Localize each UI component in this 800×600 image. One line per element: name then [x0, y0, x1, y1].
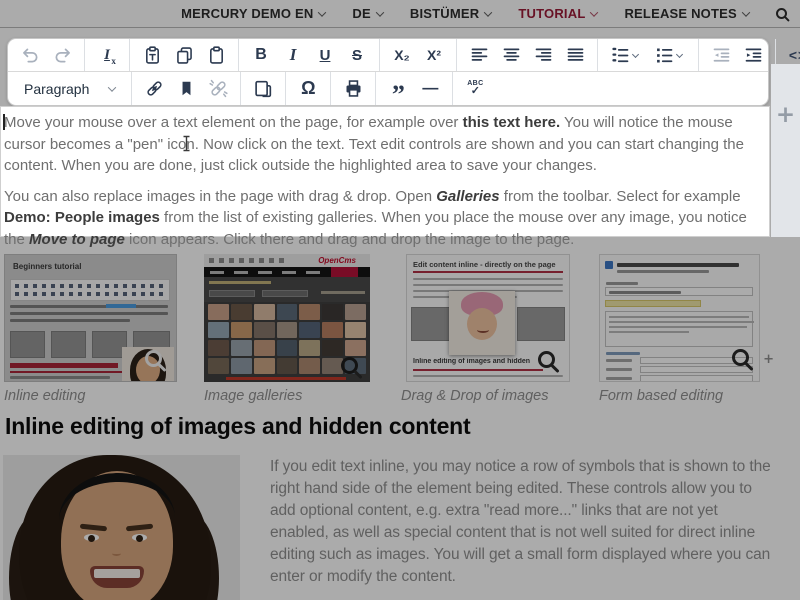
tutorial-gallery: Beginners tutorial Inline editing Op: [0, 254, 800, 404]
thumbnail-drag-drop[interactable]: Edit content inline - directly on the pa…: [406, 254, 570, 382]
horizontal-rule-button[interactable]: —: [414, 74, 446, 104]
section-heading: Inline editing of images and hidden cont…: [5, 413, 470, 440]
add-content-button[interactable]: +: [776, 104, 795, 237]
align-left-button[interactable]: [463, 40, 495, 70]
mouse-text-cursor: [181, 135, 192, 159]
nav-item-bistuemer[interactable]: BISTÜMER: [410, 6, 492, 21]
subscript-button[interactable]: X₂: [386, 40, 418, 70]
gallery-caption: Form based editing: [599, 388, 760, 404]
gallery-caption: Image galleries: [204, 388, 370, 404]
edit-points-strip: +: [771, 64, 800, 237]
underline-button[interactable]: U: [309, 40, 341, 70]
thumbnail-form-editing[interactable]: [599, 254, 760, 382]
chevron-down-icon: [376, 8, 384, 16]
opencms-logo: OpenCms: [318, 256, 356, 265]
bullet-list-button[interactable]: [648, 40, 692, 70]
gallery-thumb-inline-editing[interactable]: Beginners tutorial Inline editing: [4, 254, 177, 404]
nav-item-mercury-demo-en[interactable]: MERCURY DEMO EN: [181, 6, 325, 21]
bold-button[interactable]: B: [245, 40, 277, 70]
editor-toolbar: Ix B I U S X₂: [7, 38, 769, 106]
zoom-icon[interactable]: [538, 351, 555, 368]
copy-button[interactable]: [168, 40, 200, 70]
indent-button[interactable]: [737, 40, 769, 70]
chevron-down-icon: [590, 8, 598, 16]
unlink-button[interactable]: [202, 74, 234, 104]
copy-content-button[interactable]: [247, 74, 279, 104]
thumbnail-inline-editing[interactable]: Beginners tutorial: [4, 254, 177, 382]
page: MERCURY DEMO EN DE BISTÜMER TUTORIAL REL…: [0, 0, 800, 600]
chevron-down-icon: [676, 50, 683, 57]
paste-as-text-button[interactable]: [136, 40, 168, 70]
text-caret: [3, 114, 5, 130]
gallery-thumb-form-editing[interactable]: + Form based editing: [599, 254, 760, 404]
paste-button[interactable]: [200, 40, 232, 70]
chevron-down-icon: [484, 8, 492, 16]
top-navbar: MERCURY DEMO EN DE BISTÜMER TUTORIAL REL…: [0, 0, 800, 28]
format-select[interactable]: Paragraph: [14, 81, 125, 97]
numbered-list-button[interactable]: [604, 40, 648, 70]
thumbnail-image-galleries[interactable]: OpenCms: [204, 254, 370, 382]
zoom-icon[interactable]: [341, 357, 358, 374]
gallery-thumb-drag-drop[interactable]: Edit content inline - directly on the pa…: [406, 254, 570, 404]
chevron-down-icon: [632, 50, 639, 57]
spellcheck-button[interactable]: ABC✓: [459, 74, 491, 104]
edit-point-plus-icon: +: [763, 352, 774, 367]
outdent-button[interactable]: [705, 40, 737, 70]
print-button[interactable]: [337, 74, 369, 104]
checkbox-icon: [605, 261, 613, 269]
justify-button[interactable]: [559, 40, 591, 70]
body-paragraph: If you edit text inline, you may notice …: [270, 456, 778, 588]
undo-button[interactable]: [14, 40, 46, 70]
inline-edit-area[interactable]: Move your mouse over a text element on t…: [0, 106, 770, 237]
editor-paragraph[interactable]: Move your mouse over a text element on t…: [4, 112, 757, 177]
insert-link-button[interactable]: [138, 74, 170, 104]
pink-hat-photo: [449, 291, 515, 355]
blockquote-button[interactable]: ”: [382, 74, 414, 104]
zoom-icon[interactable]: [732, 349, 749, 366]
anchor-bookmark-button[interactable]: [170, 74, 202, 104]
align-center-button[interactable]: [495, 40, 527, 70]
nav-item-de[interactable]: DE: [352, 6, 382, 21]
chevron-down-icon: [108, 83, 116, 91]
nav-item-release-notes[interactable]: RELEASE NOTES: [624, 6, 748, 21]
chevron-down-icon: [742, 8, 750, 16]
redo-button[interactable]: [46, 40, 78, 70]
chevron-down-icon: [318, 8, 326, 16]
italic-button[interactable]: I: [277, 40, 309, 70]
gallery-caption: Inline editing: [4, 388, 177, 404]
remove-format-button[interactable]: Ix: [91, 40, 123, 70]
strikethrough-button[interactable]: S: [341, 40, 373, 70]
special-character-button[interactable]: Ω: [292, 74, 324, 104]
align-right-button[interactable]: [527, 40, 559, 70]
section-body: If you edit text inline, you may notice …: [270, 456, 778, 600]
gallery-thumb-image-galleries[interactable]: OpenCms Image galleries: [204, 254, 370, 404]
zoom-icon[interactable]: [145, 350, 162, 367]
editor-paragraph[interactable]: You can also replace images in the page …: [4, 186, 757, 251]
superscript-button[interactable]: X²: [418, 40, 450, 70]
gallery-caption: Drag & Drop of images: [401, 388, 570, 404]
portrait-image: [3, 455, 240, 600]
search-icon[interactable]: [776, 8, 787, 19]
nav-item-tutorial[interactable]: TUTORIAL: [518, 6, 597, 21]
